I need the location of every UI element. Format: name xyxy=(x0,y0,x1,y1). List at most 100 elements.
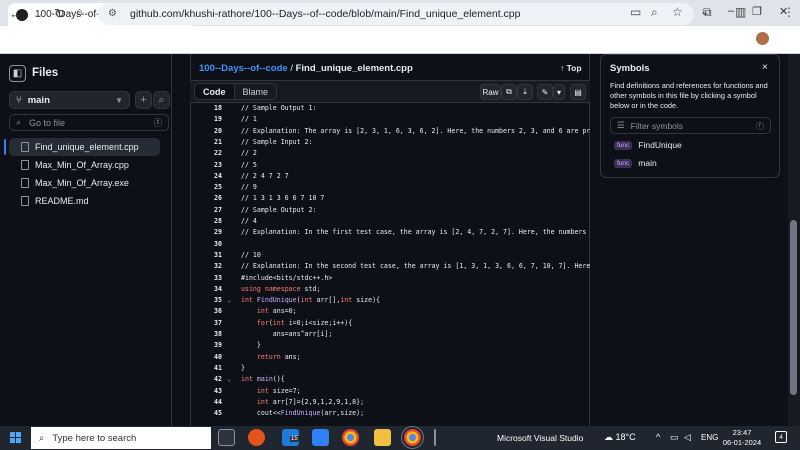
line-number[interactable]: 20 xyxy=(190,126,222,137)
reload-icon[interactable]: ↻ xyxy=(54,6,65,22)
filter-symbols-input[interactable]: ☰ Filter symbols r xyxy=(610,117,771,134)
line-number[interactable]: 36 xyxy=(190,306,222,317)
show-hidden-icons-icon[interactable]: ^ xyxy=(656,432,660,442)
chrome-menu-icon[interactable]: ⋮ xyxy=(783,5,795,19)
language-indicator[interactable]: ENG xyxy=(701,433,718,442)
code-line[interactable]: 39 } xyxy=(190,340,590,351)
file-explorer-icon[interactable] xyxy=(374,429,391,446)
back-arrow-icon[interactable]: ← xyxy=(9,6,22,21)
code-line[interactable]: 40 return ans; xyxy=(190,352,590,363)
line-number[interactable]: 44 xyxy=(190,397,222,408)
code-line[interactable]: 30 xyxy=(190,239,590,250)
line-number[interactable]: 25 xyxy=(190,182,222,193)
code-line[interactable]: 45 cout<<FindUnique(arr,size); xyxy=(190,408,590,419)
fold-chevron-icon[interactable]: ⌄ xyxy=(227,295,231,306)
file-item-max-min-cpp[interactable]: Max_Min_Of_Array.cpp xyxy=(9,156,160,174)
side-panel-icon[interactable]: ▥ xyxy=(735,5,746,19)
tab-code[interactable]: Code xyxy=(195,84,235,99)
code-line[interactable]: 28 // 4 xyxy=(190,216,590,227)
code-line[interactable]: 23 // 5 xyxy=(190,160,590,171)
windows-start-icon[interactable] xyxy=(10,432,21,443)
code-line[interactable]: 44 int arr[7]={2,9,1,2,9,1,8}; xyxy=(190,397,590,408)
line-number[interactable]: 45 xyxy=(190,408,222,419)
code-line[interactable]: 20 // Explanation: The array is [2, 3, 1,… xyxy=(190,126,590,137)
line-number[interactable]: 35 xyxy=(190,295,222,306)
bookmark-star-icon[interactable]: ☆ xyxy=(672,5,683,19)
line-number[interactable]: 27 xyxy=(190,205,222,216)
volume-icon[interactable]: ◁ xyxy=(684,432,691,443)
top-button[interactable]: ↑ Top xyxy=(560,63,582,73)
line-number[interactable]: 21 xyxy=(190,137,222,148)
code-line[interactable]: 24 // 2 4 7 2 7 xyxy=(190,171,590,182)
code-line[interactable]: 21 // Sample Input 2: xyxy=(190,137,590,148)
network-icon[interactable]: ▭ xyxy=(670,432,679,443)
site-info-icon[interactable]: ⚙ xyxy=(108,8,120,20)
symbols-panel-icon[interactable]: ▤ xyxy=(570,84,586,100)
add-file-button[interactable]: + xyxy=(135,91,152,109)
search-files-button[interactable]: ⌕ xyxy=(153,91,170,109)
weather-widget[interactable]: ☁ 18°C xyxy=(604,432,636,443)
line-number[interactable]: 22 xyxy=(190,148,222,159)
line-number[interactable]: 26 xyxy=(190,193,222,204)
code-line[interactable]: 26 // 1 3 1 3 6 6 7 10 7 xyxy=(190,193,590,204)
line-number[interactable]: 42 xyxy=(190,374,222,385)
code-line[interactable]: 37 for(int i=0;i<size;i++){ xyxy=(190,318,590,329)
line-number[interactable]: 29 xyxy=(190,227,222,238)
close-icon[interactable]: × xyxy=(762,62,768,73)
line-number[interactable]: 28 xyxy=(190,216,222,227)
minimize-button[interactable]: – xyxy=(728,5,734,17)
firefox-icon[interactable] xyxy=(248,429,265,446)
code-line[interactable]: 42 ⌄ int main(){ xyxy=(190,374,590,385)
line-number[interactable]: 33 xyxy=(190,273,222,284)
address-bar[interactable]: ⚙ github.com/khushi-rathore/100--Days--o… xyxy=(98,3,694,25)
mail-icon[interactable]: 15 xyxy=(282,429,299,446)
edit-menu-chevron-icon[interactable]: ▾ xyxy=(553,84,565,100)
download-icon[interactable]: ⤓ xyxy=(517,84,533,100)
code-line[interactable]: 29 // Explanation: In the first test case… xyxy=(190,227,590,238)
forward-arrow-icon[interactable]: → xyxy=(32,6,45,21)
line-number[interactable]: 34 xyxy=(190,284,222,295)
taskbar-app-label[interactable]: Microsoft Visual Studio xyxy=(497,433,583,443)
line-number[interactable]: 40 xyxy=(190,352,222,363)
branch-selector[interactable]: ⑂ main ▼ xyxy=(9,91,130,109)
home-icon[interactable]: ⌂ xyxy=(76,6,83,18)
maximize-button[interactable]: ❐ xyxy=(752,5,762,18)
go-to-file-input[interactable]: ⌕ Go to file t xyxy=(9,114,169,131)
task-view-icon[interactable] xyxy=(218,429,235,446)
line-number[interactable]: 24 xyxy=(190,171,222,182)
extensions-icon[interactable]: ⧉ xyxy=(703,5,712,20)
code-line[interactable]: 19 // 1 xyxy=(190,114,590,125)
line-number[interactable]: 37 xyxy=(190,318,222,329)
symbol-item-main[interactable]: func main xyxy=(614,158,657,168)
notification-center-icon[interactable]: 4 xyxy=(775,431,787,443)
tab-blame[interactable]: Blame xyxy=(235,84,277,99)
code-line[interactable]: 41} xyxy=(190,363,590,374)
line-number[interactable]: 41 xyxy=(190,363,222,374)
line-number[interactable]: 31 xyxy=(190,250,222,261)
copy-icon[interactable]: ⧉ xyxy=(501,84,517,100)
edit-pencil-icon[interactable]: ✎ xyxy=(537,84,553,100)
code-line[interactable]: 33 #include<bits/stdc++.h> xyxy=(190,273,590,284)
code-line[interactable]: 25 // 9 xyxy=(190,182,590,193)
scrollbar-thumb[interactable] xyxy=(790,220,797,395)
line-number[interactable]: 43 xyxy=(190,386,222,397)
line-number[interactable]: 18 xyxy=(190,103,222,114)
raw-button[interactable]: Raw xyxy=(480,84,501,100)
taskbar-search-box[interactable]: ⌕ Type here to search xyxy=(31,427,211,449)
profile-avatar[interactable] xyxy=(756,32,769,45)
taskbar-clock[interactable]: 23:47 06-01-2024 xyxy=(722,428,762,448)
fold-chevron-icon[interactable]: ⌄ xyxy=(227,374,231,385)
line-number[interactable]: 32 xyxy=(190,261,222,272)
zoom-icon[interactable]: ⌕ xyxy=(651,5,658,20)
code-line[interactable]: 27 // Sample Output 2: xyxy=(190,205,590,216)
file-item-max-min-exe[interactable]: Max_Min_Of_Array.exe xyxy=(9,174,160,192)
chrome-active-icon[interactable] xyxy=(401,426,424,449)
line-number[interactable]: 23 xyxy=(190,160,222,171)
line-number[interactable]: 30 xyxy=(190,239,222,250)
symbol-item-findunique[interactable]: func FindUnique xyxy=(614,140,682,150)
code-line[interactable]: 18 // Sample Output 1: xyxy=(190,103,590,114)
code-line[interactable]: 22 // 2 xyxy=(190,148,590,159)
line-number[interactable]: 38 xyxy=(190,329,222,340)
code-line[interactable]: 35 ⌄ int FindUnique(int arr[],int size){ xyxy=(190,295,590,306)
file-item-find-unique-element[interactable]: Find_unique_element.cpp xyxy=(9,138,160,156)
